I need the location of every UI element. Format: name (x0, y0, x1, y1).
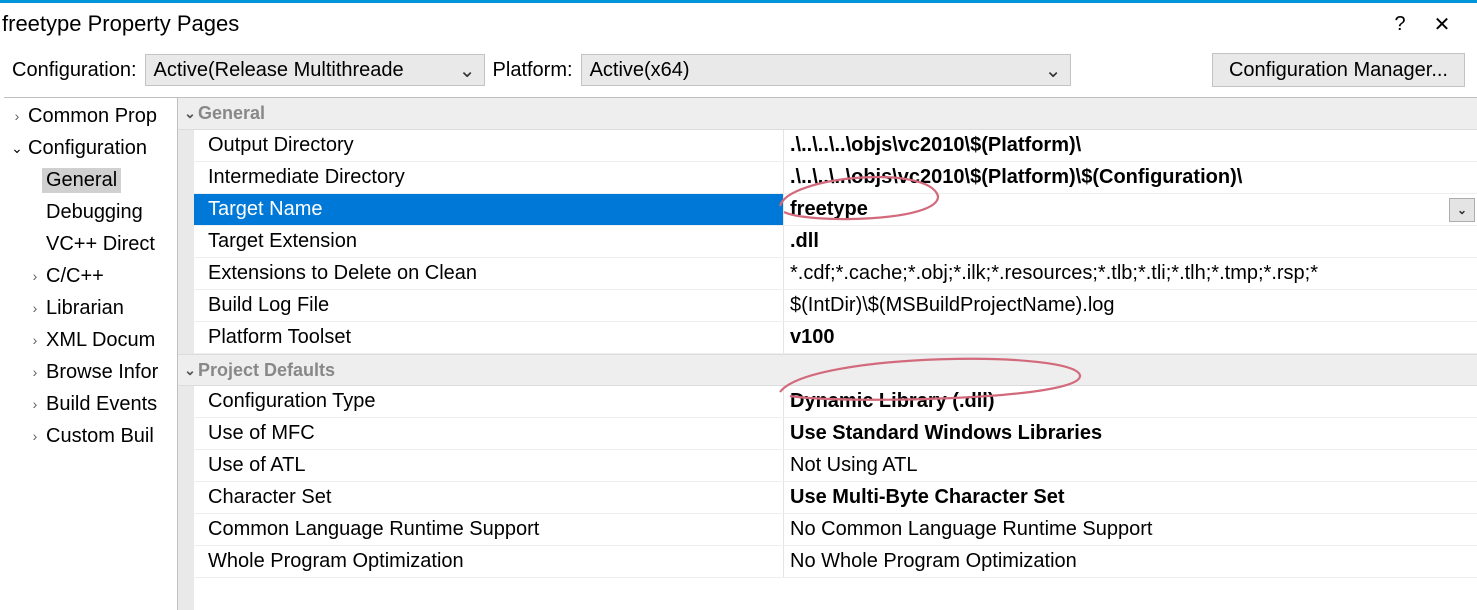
property-name: Use of MFC (194, 418, 784, 449)
property-row[interactable]: Configuration TypeDynamic Library (.dll) (194, 386, 1477, 418)
question-icon: ? (1394, 13, 1405, 36)
chevron-down-icon: ⌄ (459, 58, 476, 83)
chevron-right-icon: › (28, 396, 42, 412)
property-value[interactable]: Not Using ATL (784, 450, 1477, 481)
property-grid: ⌄GeneralOutput Directory.\..\..\..\objs\… (178, 98, 1477, 610)
tree-item-label: Configuration (24, 136, 151, 161)
platform-value: Active(x64) (590, 59, 690, 82)
tree-item[interactable]: ›Build Events (4, 388, 177, 420)
chevron-right-icon: › (28, 268, 42, 284)
property-row[interactable]: Platform Toolsetv100 (194, 322, 1477, 354)
tree-item[interactable]: ›C/C++ (4, 260, 177, 292)
property-name: Common Language Runtime Support (194, 514, 784, 545)
chevron-right-icon: › (28, 364, 42, 380)
help-button[interactable]: ? (1379, 9, 1421, 39)
tree-item[interactable]: ⌄Configuration (4, 132, 177, 164)
chevron-down-icon: ⌄ (10, 140, 24, 157)
configuration-dropdown[interactable]: Active(Release Multithreade ⌄ (145, 54, 485, 86)
platform-label: Platform: (493, 59, 573, 82)
chevron-right-icon: › (10, 108, 24, 124)
configuration-manager-button[interactable]: Configuration Manager... (1212, 53, 1465, 87)
tree-item-label: XML Docum (42, 328, 159, 353)
tree-item[interactable]: ›Librarian (4, 292, 177, 324)
property-value[interactable]: Use Multi-Byte Character Set (784, 482, 1477, 513)
property-row[interactable]: Character SetUse Multi-Byte Character Se… (194, 482, 1477, 514)
property-row[interactable]: Target Namefreetype⌄ (194, 194, 1477, 226)
property-name: Platform Toolset (194, 322, 784, 353)
tree-item-label: Build Events (42, 392, 161, 417)
configuration-toolbar: Configuration: Active(Release Multithrea… (0, 45, 1477, 97)
titlebar: freetype Property Pages ? ✕ (0, 3, 1477, 45)
property-value-dropdown-button[interactable]: ⌄ (1449, 198, 1475, 222)
property-group-header[interactable]: ⌄Project Defaults (178, 354, 1477, 386)
property-value[interactable]: v100 (784, 322, 1477, 353)
property-name: Target Extension (194, 226, 784, 257)
tree-item[interactable]: Debugging (4, 196, 177, 228)
property-value[interactable]: No Common Language Runtime Support (784, 514, 1477, 545)
property-value[interactable]: Dynamic Library (.dll) (784, 386, 1477, 417)
chevron-down-icon: ⌄ (1045, 58, 1062, 83)
property-value[interactable]: freetype⌄ (784, 194, 1477, 225)
tree-item[interactable]: ›Custom Buil (4, 420, 177, 452)
tree-item[interactable]: General (4, 164, 177, 196)
property-group-label: Project Defaults (198, 360, 335, 381)
tree-item-label: Debugging (42, 200, 147, 225)
property-value[interactable]: .\..\..\..\objs\vc2010\$(Platform)\$(Con… (784, 162, 1477, 193)
platform-dropdown[interactable]: Active(x64) ⌄ (581, 54, 1071, 86)
property-name: Extensions to Delete on Clean (194, 258, 784, 289)
property-pages-window: freetype Property Pages ? ✕ Configuratio… (0, 0, 1477, 610)
property-value[interactable]: No Whole Program Optimization (784, 546, 1477, 577)
close-icon: ✕ (1434, 12, 1451, 37)
tree-item[interactable]: ›Common Prop (4, 100, 177, 132)
property-name: Target Name (194, 194, 784, 225)
property-value[interactable]: .dll (784, 226, 1477, 257)
dialog-body: ›Common Prop⌄ConfigurationGeneralDebuggi… (4, 97, 1477, 610)
configuration-value: Active(Release Multithreade (154, 59, 404, 82)
property-value[interactable]: Use Standard Windows Libraries (784, 418, 1477, 449)
property-row[interactable]: Target Extension.dll (194, 226, 1477, 258)
tree-item-label: Librarian (42, 296, 128, 321)
property-value[interactable]: *.cdf;*.cache;*.obj;*.ilk;*.resources;*.… (784, 258, 1477, 289)
tree-item-label: C/C++ (42, 264, 108, 289)
chevron-right-icon: › (28, 332, 42, 348)
tree-item[interactable]: ›Browse Infor (4, 356, 177, 388)
chevron-right-icon: › (28, 300, 42, 316)
property-row[interactable]: Intermediate Directory.\..\..\..\objs\vc… (194, 162, 1477, 194)
property-name: Use of ATL (194, 450, 784, 481)
property-row[interactable]: Build Log File$(IntDir)\$(MSBuildProject… (194, 290, 1477, 322)
property-value[interactable]: $(IntDir)\$(MSBuildProjectName).log (784, 290, 1477, 321)
close-button[interactable]: ✕ (1421, 9, 1463, 39)
tree-item-label: Browse Infor (42, 360, 162, 385)
chevron-down-icon: ⌄ (1457, 203, 1467, 217)
property-name: Intermediate Directory (194, 162, 784, 193)
property-group-label: General (198, 103, 265, 124)
property-name: Whole Program Optimization (194, 546, 784, 577)
property-row[interactable]: Use of MFCUse Standard Windows Libraries (194, 418, 1477, 450)
property-row[interactable]: Whole Program OptimizationNo Whole Progr… (194, 546, 1477, 578)
tree-item-label: Custom Buil (42, 424, 158, 449)
property-name: Configuration Type (194, 386, 784, 417)
property-group-header[interactable]: ⌄General (178, 98, 1477, 130)
chevron-down-icon: ⌄ (182, 105, 198, 122)
property-value[interactable]: .\..\..\..\objs\vc2010\$(Platform)\ (784, 130, 1477, 161)
property-name: Output Directory (194, 130, 784, 161)
window-title: freetype Property Pages (2, 11, 1379, 37)
property-row[interactable]: Extensions to Delete on Clean*.cdf;*.cac… (194, 258, 1477, 290)
property-row[interactable]: Output Directory.\..\..\..\objs\vc2010\$… (194, 130, 1477, 162)
property-row[interactable]: Use of ATLNot Using ATL (194, 450, 1477, 482)
tree-item-label: General (42, 168, 121, 193)
tree-item-label: VC++ Direct (42, 232, 159, 257)
configuration-label: Configuration: (12, 59, 137, 82)
property-row[interactable]: Common Language Runtime SupportNo Common… (194, 514, 1477, 546)
tree-item[interactable]: ›XML Docum (4, 324, 177, 356)
property-name: Character Set (194, 482, 784, 513)
chevron-down-icon: ⌄ (182, 362, 198, 379)
tree-item-label: Common Prop (24, 104, 161, 129)
chevron-right-icon: › (28, 428, 42, 444)
category-tree[interactable]: ›Common Prop⌄ConfigurationGeneralDebuggi… (4, 98, 178, 610)
tree-item[interactable]: VC++ Direct (4, 228, 177, 260)
property-name: Build Log File (194, 290, 784, 321)
